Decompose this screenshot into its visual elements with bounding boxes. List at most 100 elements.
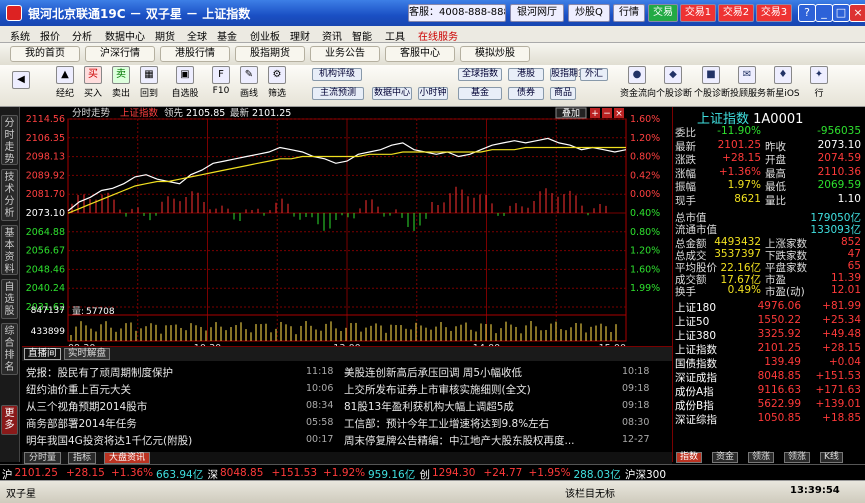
- title-button-5[interactable]: 交易2: [718, 4, 754, 22]
- side-tab-3[interactable]: 自选股: [1, 279, 18, 319]
- toolbar-pill-6[interactable]: 港股: [508, 68, 544, 81]
- title-button-3[interactable]: 交易: [648, 4, 678, 22]
- ticker-item: +28.15: [66, 467, 105, 479]
- toolbar-tool-6[interactable]: F F10: [206, 66, 236, 96]
- quote-value: 2101.25: [717, 138, 761, 151]
- bottom-tab-1[interactable]: 指标: [68, 452, 97, 464]
- index-name[interactable]: 深证成指: [675, 370, 717, 385]
- menu-item-0[interactable]: 系统: [10, 28, 30, 43]
- news-item-left[interactable]: 商务部部署2014年任务: [26, 416, 286, 431]
- news-item-right[interactable]: 美股连创新高后承压回调 周5小幅收低: [344, 365, 620, 380]
- menu-item-7[interactable]: 创业板: [250, 28, 280, 43]
- menu-item-12[interactable]: 在线服务: [418, 28, 458, 43]
- toolbar-tool-label: 买入: [83, 89, 102, 99]
- menu-item-11[interactable]: 工具: [385, 28, 405, 43]
- index-name[interactable]: 深证综指: [675, 412, 717, 427]
- minimize-icon[interactable]: _: [815, 4, 833, 22]
- bottom-tabs: 分时量 指标 大盘资讯: [22, 452, 672, 464]
- toolbar-right-tool-0[interactable]: ● 资金流向: [620, 66, 656, 99]
- title-button-1[interactable]: 炒股Q: [568, 4, 610, 22]
- index-name[interactable]: 上证380: [675, 328, 716, 343]
- quote-tab-4[interactable]: K线: [820, 452, 843, 463]
- nav-tab-3[interactable]: 股指期货: [235, 46, 305, 62]
- side-tab-0[interactable]: 分时走势: [1, 115, 18, 165]
- news-tab-0[interactable]: 直播间: [24, 348, 61, 360]
- index-name[interactable]: 成份B指: [675, 398, 714, 413]
- bottom-tab-0[interactable]: 分时量: [24, 452, 62, 464]
- side-tab-2[interactable]: 基本资料: [1, 225, 18, 275]
- menu-item-9[interactable]: 资讯: [322, 28, 342, 43]
- toolbar-tool-2[interactable]: 买买入: [78, 66, 108, 99]
- toolbar-right-tool-4[interactable]: ♦ 新星iOS: [766, 66, 800, 99]
- menu-item-1[interactable]: 报价: [40, 28, 60, 43]
- menu-item-8[interactable]: 理财: [290, 28, 310, 43]
- title-button-2[interactable]: 行情: [613, 4, 645, 22]
- menu-item-10[interactable]: 智能: [352, 28, 372, 43]
- toolbar-right-tool-5[interactable]: ✦ 行: [802, 66, 836, 99]
- toolbar-pill-5[interactable]: 基金: [458, 87, 502, 100]
- news-item-right[interactable]: 81股13年盈利获机构大幅上调超5成: [344, 399, 620, 414]
- nav-tab-0[interactable]: 我的首页: [10, 46, 80, 62]
- toolbar-right-tool-1[interactable]: ◆ 个股诊断: [656, 66, 692, 99]
- title-bar: 银河北京联通19C － 双子星 － 上证指数 客服：4008-888-888 银…: [0, 0, 865, 26]
- stat-value2: 47: [847, 248, 861, 260]
- quote-tab-0[interactable]: 指数: [676, 452, 703, 463]
- side-tab-4[interactable]: 综合排名: [1, 323, 18, 375]
- toolbar-tool-4[interactable]: ▦ 回到: [134, 66, 164, 99]
- index-name[interactable]: 上证50: [675, 314, 709, 329]
- chart-prev-label: 领先: [164, 107, 184, 119]
- news-item-left[interactable]: 党报：股民有了顽周期制度保护: [26, 365, 286, 380]
- toolbar-tool-0[interactable]: ◀: [6, 71, 36, 91]
- intraday-chart[interactable]: 2114.56 1.60% 2106.35 1.20% 2098.13 0.80% 2089…: [22, 107, 672, 346]
- nav-tab-4[interactable]: 业务公告: [310, 46, 380, 62]
- toolbar-pill-9[interactable]: 商品: [550, 87, 576, 100]
- toolbar-tool-8[interactable]: ⚙ 筛选: [262, 66, 292, 99]
- quote-tab-2[interactable]: 领涨: [748, 452, 775, 463]
- toolbar-pill-3[interactable]: 小时钟: [418, 87, 448, 100]
- quote-tab-1[interactable]: 资金: [712, 452, 739, 463]
- toolbar-pill-7[interactable]: 债券: [508, 87, 544, 100]
- toolbar-tool-5[interactable]: ▣ 自选股: [170, 66, 200, 99]
- toolbar-pill-4[interactable]: 全球指数: [458, 68, 502, 81]
- close-icon[interactable]: ×: [849, 4, 865, 22]
- menu-item-5[interactable]: 全球: [187, 28, 207, 43]
- news-item-right[interactable]: 工信部：预计今年工业增速将达到9.8%左右: [344, 416, 620, 431]
- title-button-4[interactable]: 交易1: [680, 4, 716, 22]
- index-name[interactable]: 成份A指: [675, 384, 714, 399]
- toolbar-pill-2[interactable]: 数据中心: [372, 87, 412, 100]
- toolbar-tool-7[interactable]: ✎ 画线: [234, 66, 264, 99]
- nav-tab-1[interactable]: 沪深行情: [85, 46, 155, 62]
- news-tab-1[interactable]: 实时解盘: [64, 348, 111, 360]
- toolbar-pill-10[interactable]: 外汇: [580, 68, 608, 81]
- news-item-left[interactable]: 从三个视角预期2014股市: [26, 399, 286, 414]
- quote-tab-3[interactable]: 领涨: [784, 452, 811, 463]
- toolbar-pill-8[interactable]: 股指期货: [550, 68, 587, 81]
- toolbar-right-tool-2[interactable]: ■ 个股诊断: [694, 66, 730, 99]
- side-tab-1[interactable]: 技术分析: [1, 169, 18, 221]
- help-icon[interactable]: ?: [798, 4, 816, 22]
- toolbar-pill-0[interactable]: 机构评级: [312, 68, 362, 81]
- nav-tab-6[interactable]: 模拟炒股: [460, 46, 530, 62]
- nav-tab-2[interactable]: 港股行情: [160, 46, 230, 62]
- toolbar-right-tool-3[interactable]: ✉ 投顾服务: [730, 66, 766, 99]
- menu-item-3[interactable]: 数据中心: [105, 28, 145, 43]
- index-name[interactable]: 上证指数: [675, 342, 717, 357]
- news-item-right[interactable]: 上交所发布证券上市审核实施细则(全文): [344, 382, 620, 397]
- news-item-left[interactable]: 明年我国4G投资将达1千亿元(附股): [26, 433, 286, 448]
- toolbar-tool-1[interactable]: ▲ 经纪: [50, 66, 80, 99]
- news-item-right[interactable]: 周末停复牌公告精编：中江地产大股东股权再度...: [344, 433, 620, 448]
- title-button-0[interactable]: 银河网厅: [510, 4, 564, 22]
- index-name[interactable]: 上证180: [675, 300, 716, 315]
- menu-item-6[interactable]: 基金: [217, 28, 237, 43]
- bottom-tab-2[interactable]: 大盘资讯: [104, 452, 151, 464]
- maximize-icon[interactable]: □: [832, 4, 850, 22]
- side-tab-5[interactable]: 更多: [1, 405, 18, 435]
- menu-item-2[interactable]: 分析: [72, 28, 92, 43]
- toolbar-pill-1[interactable]: 主流预测: [312, 87, 364, 100]
- menu-item-4[interactable]: 期货: [155, 28, 175, 43]
- toolbar-tool-3[interactable]: 卖卖出: [106, 66, 136, 99]
- index-name[interactable]: 国债指数: [675, 356, 717, 371]
- nav-tab-5[interactable]: 客服中心: [385, 46, 455, 62]
- title-button-6[interactable]: 交易3: [756, 4, 792, 22]
- news-item-left[interactable]: 纽约油价重上百元大关: [26, 382, 286, 397]
